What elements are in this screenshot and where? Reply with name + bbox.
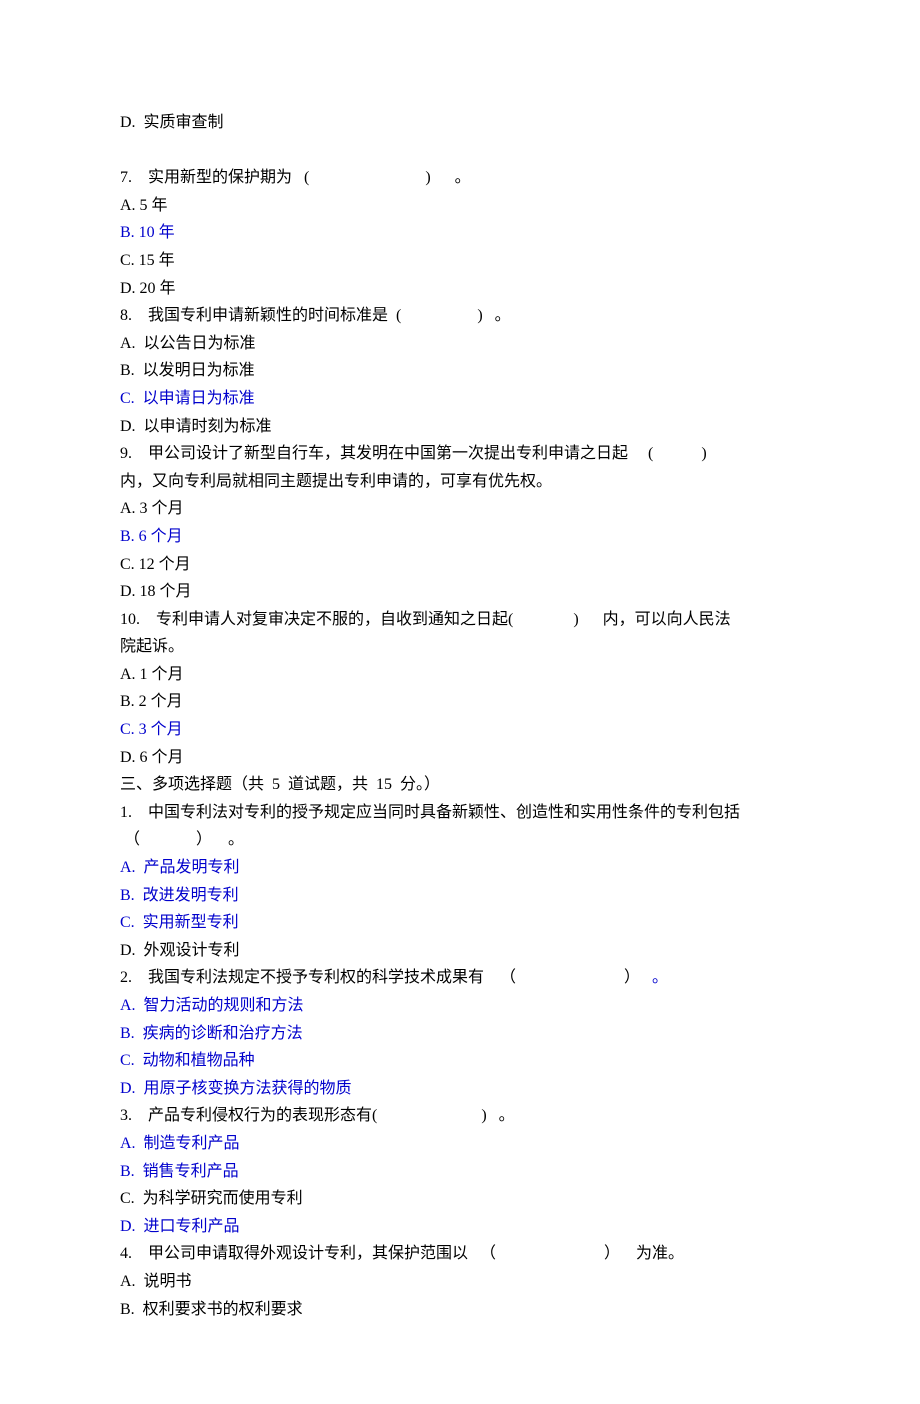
text-line: 1. 中国专利法对专利的授予规定应当同时具备新颖性、创造性和实用性条件的专利包括 [120,800,800,826]
text-line: B. 6 个月 [120,524,800,550]
text-line: 三、多项选择题（共 5 道试题，共 15 分。） [120,772,800,798]
text-line: C. 为科学研究而使用专利 [120,1186,800,1212]
text-line: D. 实质审查制 [120,110,800,136]
text-line: A. 产品发明专利 [120,855,800,881]
text-line: B. 以发明日为标准 [120,358,800,384]
text-line: C. 以申请日为标准 [120,386,800,412]
text-span: 2. 我国专利法规定不授予专利权的科学技术成果有 （ ） [120,969,652,986]
document-page: D. 实质审查制 7. 实用新型的保护期为 ( ) 。A. 5 年B. 10 年… [0,0,920,1404]
text-line: C. 12 个月 [120,552,800,578]
text-line: A. 5 年 [120,193,800,219]
text-line: A. 智力活动的规则和方法 [120,993,800,1019]
text-line: B. 10 年 [120,220,800,246]
text-line: D. 20 年 [120,276,800,302]
text-line: C. 15 年 [120,248,800,274]
text-line: 4. 甲公司申请取得外观设计专利，其保护范围以 （ ） 为准。 [120,1241,800,1267]
text-line: A. 制造专利产品 [120,1131,800,1157]
text-line: 9. 甲公司设计了新型自行车，其发明在中国第一次提出专利申请之日起 ( ) [120,441,800,467]
text-line: B. 改进发明专利 [120,883,800,909]
text-line: C. 3 个月 [120,717,800,743]
text-line: B. 2 个月 [120,689,800,715]
text-span: 。 [652,969,668,986]
text-line: 内，又向专利局就相同主题提出专利申请的，可享有优先权。 [120,469,800,495]
text-line: C. 实用新型专利 [120,910,800,936]
text-line: 10. 专利申请人对复审决定不服的，自收到通知之日起( ) 内，可以向人民法 [120,607,800,633]
text-line: D. 进口专利产品 [120,1214,800,1240]
text-line: C. 动物和植物品种 [120,1048,800,1074]
text-line: A. 以公告日为标准 [120,331,800,357]
text-line: 7. 实用新型的保护期为 ( ) 。 [120,165,800,191]
text-line: A. 3 个月 [120,496,800,522]
text-line: D. 用原子核变换方法获得的物质 [120,1076,800,1102]
text-line: 3. 产品专利侵权行为的表现形态有( ) 。 [120,1103,800,1129]
text-line: B. 销售专利产品 [120,1159,800,1185]
text-line: B. 权利要求书的权利要求 [120,1297,800,1323]
text-line: D. 外观设计专利 [120,938,800,964]
text-line: D. 6 个月 [120,745,800,771]
text-line: D. 18 个月 [120,579,800,605]
text-line: D. 以申请时刻为标准 [120,414,800,440]
text-line: 2. 我国专利法规定不授予专利权的科学技术成果有 （ ） 。 [120,965,800,991]
text-line: 8. 我国专利申请新颖性的时间标准是 ( ) 。 [120,303,800,329]
text-line: B. 疾病的诊断和治疗方法 [120,1021,800,1047]
text-line: A. 1 个月 [120,662,800,688]
text-line [120,138,800,164]
text-line: （ ） 。 [120,827,800,853]
text-line: A. 说明书 [120,1269,800,1295]
text-line: 院起诉。 [120,634,800,660]
